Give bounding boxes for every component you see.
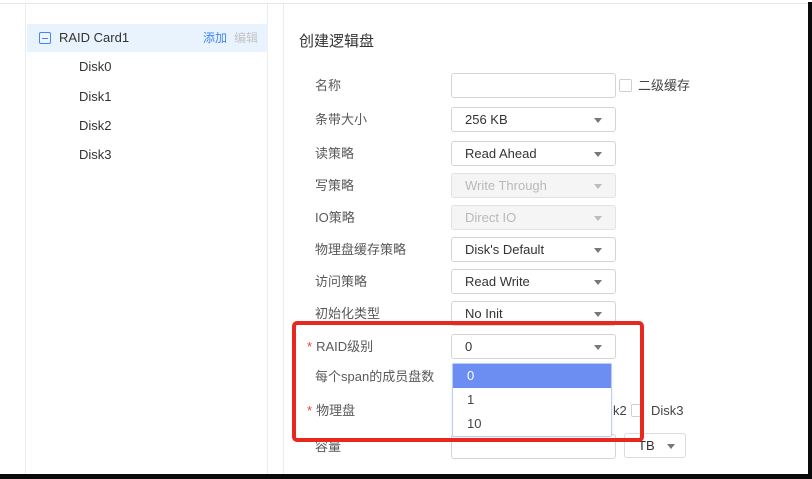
name-input[interactable]: [451, 73, 616, 98]
screenshot-border-bottom: [0, 474, 812, 479]
chevron-down-icon: [594, 345, 602, 350]
access-policy-select[interactable]: Read Write: [451, 269, 616, 294]
raid-config-screen: RAID Card1 添加 编辑 Disk0 Disk1 Disk2 Disk3…: [0, 0, 812, 479]
sidebar-raid-tree: RAID Card1 添加 编辑 Disk0 Disk1 Disk2 Disk3: [25, 4, 268, 474]
page-title: 创建逻辑盘: [299, 30, 374, 51]
chevron-down-icon: [667, 444, 675, 449]
menu-option-0[interactable]: 0: [453, 364, 611, 388]
menu-option-10[interactable]: 10: [453, 412, 611, 436]
tree-node-raid-card1[interactable]: RAID Card1 添加 编辑: [27, 24, 268, 52]
capacity-input[interactable]: [451, 434, 616, 459]
read-policy-label: 读策略: [315, 141, 354, 166]
chevron-down-icon: [594, 280, 602, 285]
raid-card-label: RAID Card1: [59, 24, 129, 52]
disk-cache-policy-select[interactable]: Disk's Default: [451, 237, 616, 262]
io-policy-select: Direct IO: [451, 205, 616, 230]
disk3-label: Disk3: [651, 398, 684, 423]
edit-link[interactable]: 编辑: [234, 24, 258, 52]
init-type-label: 初始化类型: [315, 301, 380, 326]
name-label: 名称: [315, 73, 341, 98]
required-asterisk: *: [307, 403, 312, 418]
screenshot-border-right: [808, 2, 812, 479]
secondary-cache-label: 二级缓存: [638, 73, 690, 98]
read-policy-select[interactable]: Read Ahead: [451, 141, 616, 166]
physical-disks-label: *物理盘: [307, 398, 355, 423]
io-policy-label: IO策略: [315, 205, 355, 230]
capacity-label: 容量: [315, 434, 341, 459]
panel-divider: [283, 4, 284, 474]
chevron-down-icon: [594, 312, 602, 317]
write-policy-select: Write Through: [451, 173, 616, 198]
access-policy-label: 访问策略: [315, 269, 367, 294]
sidebar-item-disk0[interactable]: Disk0: [79, 56, 249, 78]
disk3-checkbox[interactable]: [631, 404, 644, 417]
disk2-label-fragment: k2: [613, 398, 627, 423]
required-asterisk: *: [307, 339, 312, 354]
collapse-icon[interactable]: [39, 32, 51, 44]
chevron-down-icon: [594, 118, 602, 123]
raid-level-select[interactable]: 0: [451, 334, 616, 359]
stripe-size-label: 条带大小: [315, 107, 367, 132]
stripe-size-select[interactable]: 256 KB: [451, 107, 616, 132]
sidebar-item-disk3[interactable]: Disk3: [79, 144, 249, 166]
sidebar-item-disk1[interactable]: Disk1: [79, 86, 249, 108]
init-type-select[interactable]: No Init: [451, 301, 616, 326]
menu-option-1[interactable]: 1: [453, 388, 611, 412]
add-link[interactable]: 添加: [203, 24, 227, 52]
disk-cache-policy-label: 物理盘缓存策略: [315, 237, 406, 262]
chevron-down-icon: [594, 216, 602, 221]
raid-level-label: *RAID级别: [307, 334, 373, 359]
chevron-down-icon: [594, 248, 602, 253]
raid-level-dropdown-menu: 0 1 10: [452, 363, 612, 437]
secondary-cache-checkbox[interactable]: [619, 79, 632, 92]
chevron-down-icon: [594, 184, 602, 189]
chevron-down-icon: [594, 152, 602, 157]
capacity-unit-select[interactable]: TB: [624, 433, 686, 458]
span-members-label: 每个span的成员盘数: [315, 364, 434, 389]
sidebar-item-disk2[interactable]: Disk2: [79, 115, 249, 137]
write-policy-label: 写策略: [315, 173, 354, 198]
